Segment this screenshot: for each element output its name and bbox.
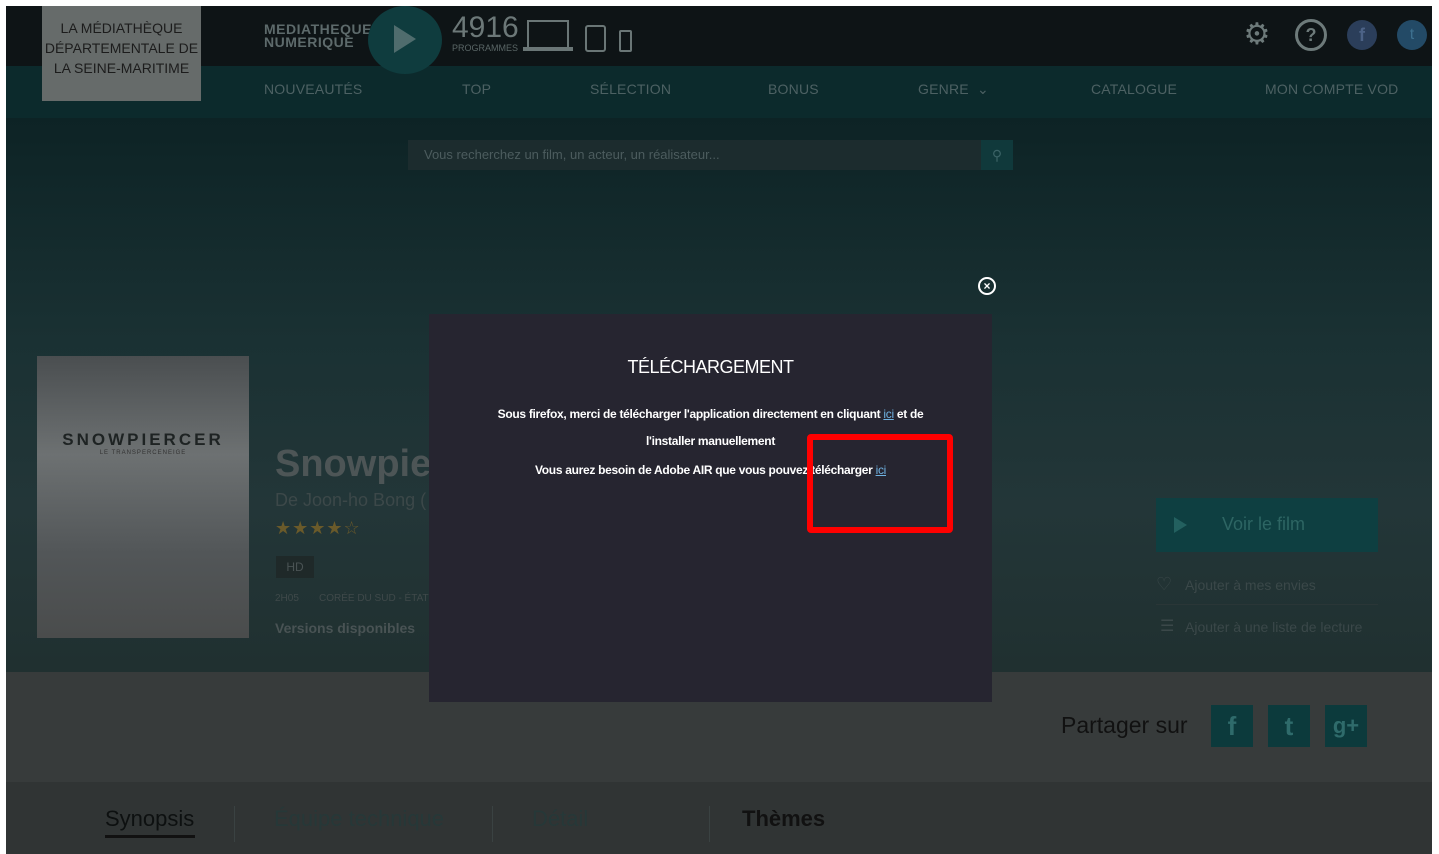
film-countries: CORÉE DU SUD - ÉTAT [319, 593, 429, 604]
close-icon[interactable]: × [978, 277, 996, 295]
nav-bonus[interactable]: BONUS [768, 81, 819, 97]
program-count: 4916 [452, 11, 519, 44]
tab-separator [492, 806, 493, 842]
tabs-bar [6, 782, 1432, 854]
list-icon[interactable]: ☰ [1160, 616, 1174, 636]
highlight-box [807, 434, 953, 533]
versions-dropdown[interactable]: Versions disponibles [275, 620, 415, 636]
share-facebook-icon[interactable]: f [1211, 705, 1253, 747]
nav-selection[interactable]: SÉLECTION [590, 81, 671, 97]
library-logo[interactable]: LA MÉDIATHÈQUE DÉPARTEMENTALE DE LA SEIN… [42, 6, 201, 101]
nav-genre[interactable]: GENRE ⌄ [918, 81, 989, 98]
laptop-icon [527, 20, 569, 47]
modal-line-1: Sous firefox, merci de télécharger l'app… [429, 407, 992, 421]
tab-themes[interactable]: Thèmes [742, 806, 825, 832]
tab-equipe-technique[interactable]: Équipe technique [274, 806, 444, 832]
app-download-link[interactable]: ici [883, 407, 894, 421]
tab-synopsis-underline [105, 835, 195, 838]
film-director: De Joon-ho Bong ( [275, 490, 427, 510]
brand-line-2: NUMERIQUE [264, 34, 355, 50]
brand-logo[interactable]: MEDIATHEQUE NUMERIQUE [264, 22, 372, 50]
star-rating[interactable]: ★★★★☆ [275, 518, 361, 539]
film-duration: 2H05 [275, 593, 299, 604]
share-label: Partager sur [1061, 712, 1188, 738]
share-twitter-icon[interactable]: t [1268, 705, 1310, 747]
laptop-base [523, 47, 573, 51]
watch-label: Voir le film [1222, 514, 1306, 534]
nav-nouveautes[interactable]: NOUVEAUTÉS [264, 81, 362, 97]
page: LA MÉDIATHÈQUE DÉPARTEMENTALE DE LA SEIN… [6, 6, 1432, 854]
modal-line-1-prefix: Sous firefox, merci de télécharger l'app… [497, 407, 884, 421]
twitter-icon[interactable]: t [1397, 20, 1427, 50]
poster-subtitle: LE TRANSPERCENEIGE [99, 450, 187, 456]
chevron-down-icon: ⌄ [972, 81, 989, 97]
versions-label: Versions disponibles [275, 620, 416, 636]
modal-line-1-suffix: et de [893, 407, 924, 421]
tablet-icon [585, 25, 606, 52]
poster-title: SNOWPIERCER [62, 430, 224, 449]
tab-separator [709, 806, 710, 842]
film-poster[interactable]: SNOWPIERCER LE TRANSPERCENEIGE [37, 356, 249, 638]
nav-mon-compte-vod[interactable]: MON COMPTE VOD [1265, 81, 1398, 97]
play-icon [1174, 517, 1187, 533]
facebook-icon[interactable]: f [1347, 20, 1377, 50]
search-input[interactable]: Vous recherchez un film, un acteur, un r… [408, 140, 981, 170]
heart-icon[interactable]: ♡ [1156, 574, 1172, 595]
phone-icon [619, 30, 632, 52]
nav-top[interactable]: TOP [462, 81, 491, 97]
quality-badge: HD [276, 556, 314, 578]
tab-detail[interactable]: Détail [532, 806, 588, 832]
play-icon [394, 25, 416, 53]
tab-synopsis[interactable]: Synopsis [105, 806, 194, 832]
share-googleplus-icon[interactable]: g+ [1325, 705, 1367, 747]
wishlist-link[interactable]: Ajouter à mes envies [1185, 577, 1316, 593]
search-icon[interactable]: ⚲ [981, 140, 1013, 170]
nav-catalogue[interactable]: CATALOGUE [1091, 81, 1177, 97]
playlist-link[interactable]: Ajouter à une liste de lecture [1185, 619, 1362, 635]
help-icon[interactable]: ? [1295, 19, 1327, 51]
tab-separator [234, 806, 235, 842]
actions-divider [1156, 604, 1378, 605]
modal-title: TÉLÉCHARGEMENT [627, 357, 794, 377]
nav-bar [6, 66, 1432, 118]
watch-button[interactable]: Voir le film [1156, 498, 1378, 552]
top-bar [6, 6, 1432, 66]
program-label: PROGRAMMES [452, 43, 519, 53]
nav-genre-label: GENRE [918, 81, 969, 97]
film-title: Snowpier [275, 443, 447, 485]
gear-icon[interactable]: ⚙ [1242, 20, 1272, 50]
